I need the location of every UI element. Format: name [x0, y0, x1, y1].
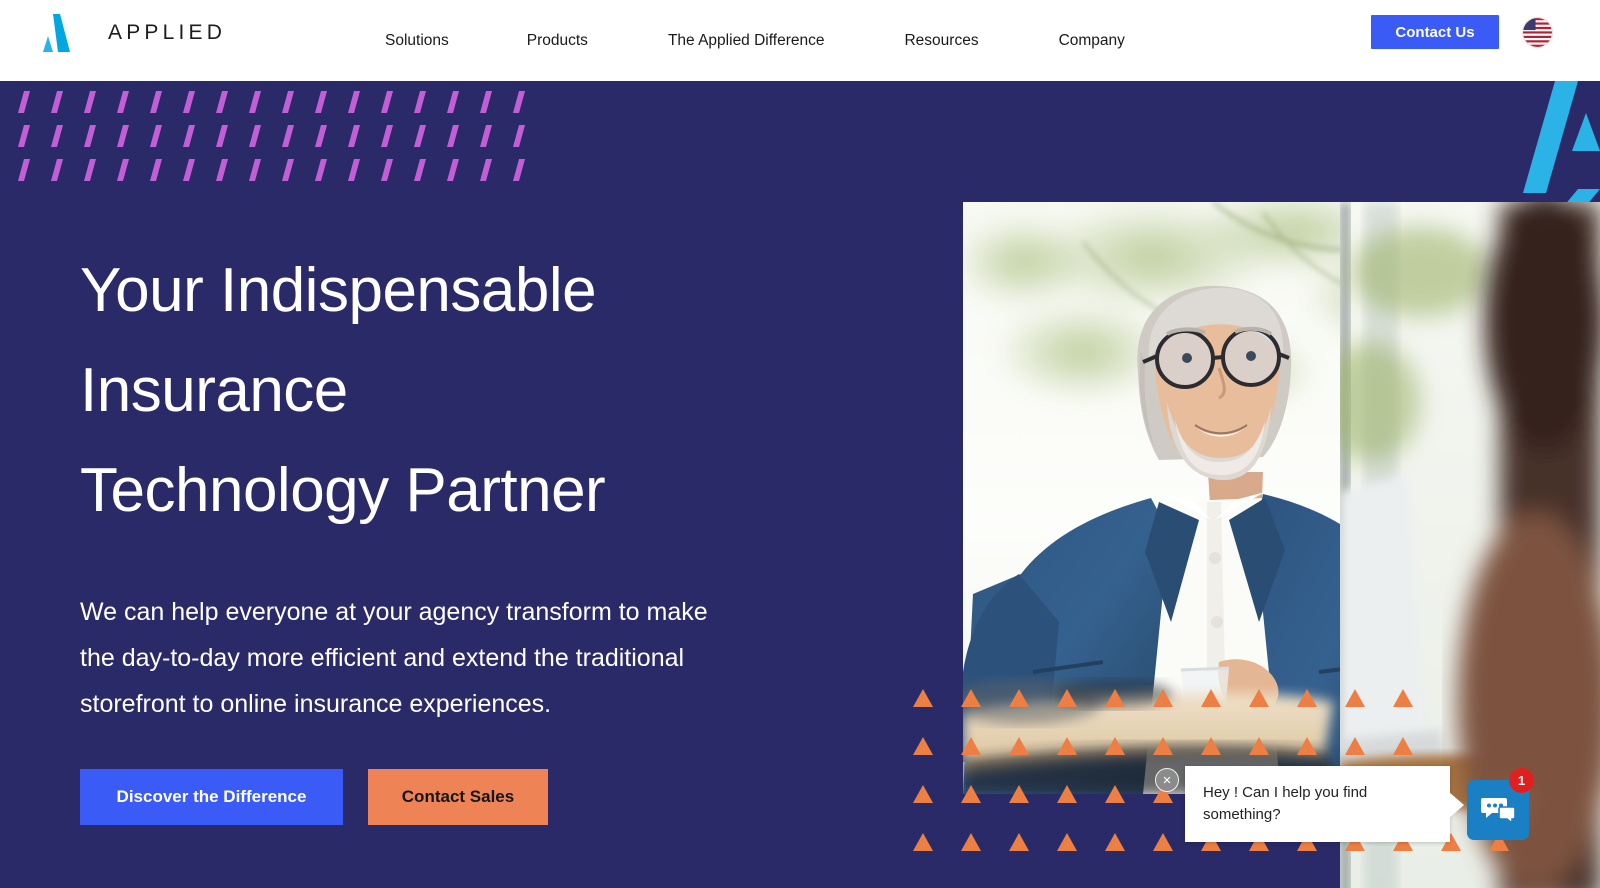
- nav-item-products[interactable]: Products: [527, 32, 588, 50]
- brand-logo[interactable]: APPLIED: [34, 14, 226, 52]
- chat-close-icon[interactable]: ×: [1155, 768, 1179, 792]
- headline-line-3: Technology Partner: [80, 456, 606, 525]
- page-title: Your Indispensable Insurance Technology …: [80, 241, 780, 541]
- hero-cta-row: Discover the Difference Contact Sales: [80, 769, 780, 825]
- discover-the-difference-button[interactable]: Discover the Difference: [80, 769, 343, 825]
- nav-item-company[interactable]: Company: [1059, 32, 1125, 50]
- chat-unread-badge: 1: [1509, 768, 1534, 793]
- contact-sales-button[interactable]: Contact Sales: [368, 769, 548, 825]
- cyan-chevron-decoration-top-right: [1523, 81, 1600, 206]
- purple-slash-decoration: [18, 91, 525, 181]
- contact-us-button[interactable]: Contact Us: [1371, 15, 1499, 49]
- landing-page: APPLIED Solutions Products The Applied D…: [0, 0, 1600, 888]
- brand-wordmark: APPLIED: [108, 21, 227, 44]
- headline-line-2: Insurance: [80, 356, 348, 425]
- us-flag-icon[interactable]: [1523, 18, 1552, 47]
- chat-greeting-tooltip: Hey ! Can I help you find something?: [1185, 766, 1464, 842]
- primary-nav: Solutions Products The Applied Differenc…: [385, 0, 1125, 81]
- hero-content: Your Indispensable Insurance Technology …: [80, 241, 780, 825]
- headline-line-1: Your Indispensable: [80, 256, 597, 325]
- nav-item-solutions[interactable]: Solutions: [385, 32, 449, 50]
- applied-chevron-logo-icon: [43, 14, 70, 52]
- nav-item-resources[interactable]: Resources: [904, 32, 978, 50]
- chat-bubbles-icon: [1481, 798, 1515, 825]
- nav-item-the-applied-difference[interactable]: The Applied Difference: [668, 32, 825, 50]
- us-flag-glyph: [1523, 18, 1552, 47]
- top-navigation-bar: APPLIED Solutions Products The Applied D…: [0, 0, 1600, 81]
- hero-subcopy: We can help everyone at your agency tran…: [80, 598, 708, 718]
